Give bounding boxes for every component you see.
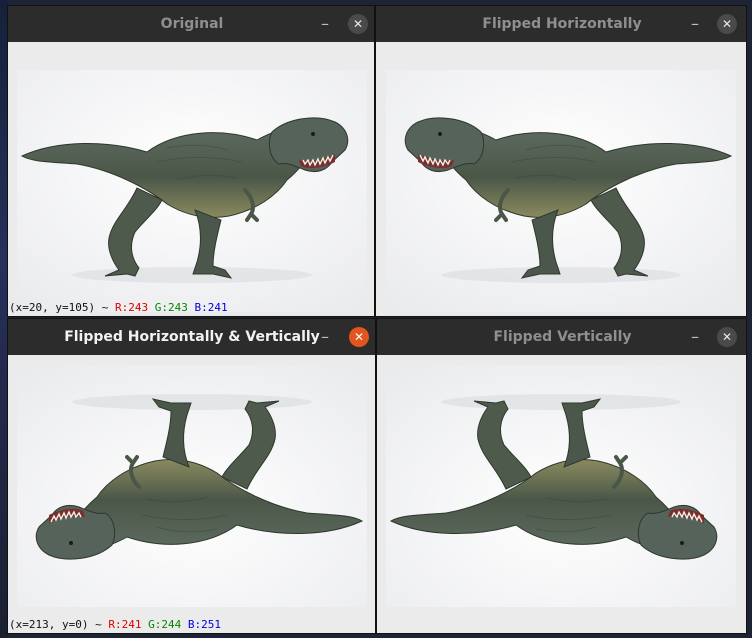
dinosaur-image-flipped-h	[386, 70, 736, 312]
minimize-button[interactable]: –	[315, 14, 335, 34]
pixel-status-bar: (x=213, y=0) ~ R:241 G:244 B:251	[8, 617, 221, 633]
image-canvas[interactable]: (x=20, y=105) ~ R:243 G:243 B:241	[8, 42, 374, 316]
image-canvas[interactable]	[377, 355, 746, 633]
window-flipped-vertically[interactable]: Flipped Vertically – ✕	[376, 318, 747, 634]
close-button[interactable]: ✕	[348, 14, 368, 34]
dinosaur-image	[17, 70, 367, 312]
titlebar[interactable]: Original – ✕	[8, 6, 374, 42]
blue-value: B:241	[194, 301, 228, 314]
cursor-coords: (x=213, y=0) ~	[9, 618, 109, 631]
green-value: G:244	[148, 618, 182, 631]
window-flipped-horizontally-vertically[interactable]: Flipped Horizontally & Vertically – ✕ (x…	[7, 318, 376, 634]
close-button[interactable]: ✕	[349, 327, 369, 347]
image-canvas[interactable]	[376, 42, 746, 316]
titlebar[interactable]: Flipped Vertically – ✕	[377, 319, 746, 355]
minimize-button[interactable]: –	[685, 14, 705, 34]
dinosaur-image-flipped-v	[386, 365, 736, 607]
red-value: R:241	[108, 618, 142, 631]
image-canvas[interactable]: (x=213, y=0) ~ R:241 G:244 B:251	[8, 355, 375, 633]
cursor-coords: (x=20, y=105) ~	[9, 301, 115, 314]
dinosaur-image-flipped-hv	[17, 365, 367, 607]
minimize-button[interactable]: –	[685, 327, 705, 347]
window-flipped-horizontally[interactable]: Flipped Horizontally – ✕	[375, 5, 747, 317]
red-value: R:243	[114, 301, 149, 314]
titlebar[interactable]: Flipped Horizontally & Vertically – ✕	[8, 319, 375, 355]
green-value: G:243	[154, 301, 188, 314]
window-original[interactable]: Original – ✕ (x=20, y=105) ~ R:243 G:243…	[7, 5, 375, 317]
minimize-button[interactable]: –	[315, 327, 335, 347]
titlebar[interactable]: Flipped Horizontally – ✕	[376, 6, 746, 42]
close-button[interactable]: ✕	[717, 327, 737, 347]
pixel-status-bar: (x=20, y=105) ~ R:243 G:243 B:241	[8, 300, 228, 316]
blue-value: B:251	[187, 618, 221, 631]
close-button[interactable]: ✕	[717, 14, 737, 34]
